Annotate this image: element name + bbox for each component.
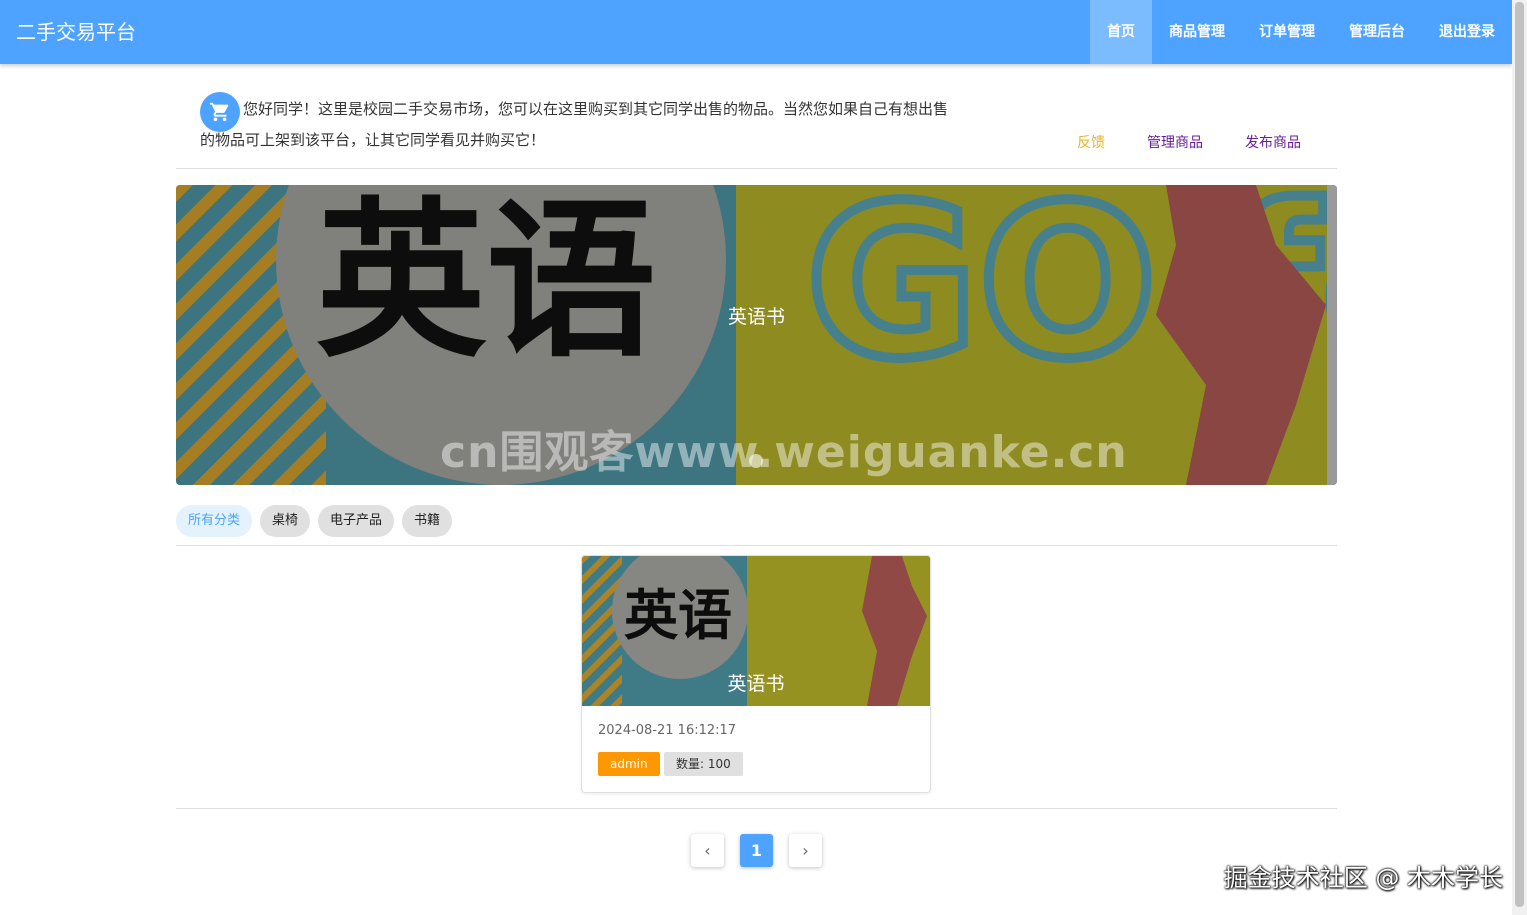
app-brand[interactable]: 二手交易平台 <box>16 18 136 46</box>
quantity-tag: 数量: 100 <box>664 752 743 776</box>
nav-goods-management[interactable]: 商品管理 <box>1152 0 1242 64</box>
product-date: 2024-08-21 16:12:17 <box>598 723 737 738</box>
scrollbar-thumb[interactable] <box>1515 2 1524 907</box>
cart-icon <box>200 92 240 132</box>
pagination: ‹ 1 › <box>691 834 822 867</box>
page-scrollbar[interactable] <box>1512 0 1527 915</box>
site-watermark: cn围观客www.weiguanke.cn <box>440 427 1128 478</box>
top-nav: 首页 商品管理 订单管理 管理后台 退出登录 <box>1090 0 1512 64</box>
nav-home[interactable]: 首页 <box>1090 0 1152 64</box>
intro-text: 您好同学！这里是校园二手交易市场，您可以在这里购买到其它同学出售的物品。当然您如… <box>200 100 949 149</box>
product-image[interactable]: 英语 英语书 <box>582 556 930 706</box>
nav-admin[interactable]: 管理后台 <box>1332 0 1422 64</box>
publish-goods-link[interactable]: 发布商品 <box>1245 132 1301 152</box>
chip-electronics[interactable]: 电子产品 <box>318 505 395 537</box>
divider <box>176 545 1337 546</box>
prev-page-button[interactable]: ‹ <box>691 834 724 867</box>
quick-links: 反馈 管理商品 发布商品 <box>1077 132 1301 152</box>
chip-desks-chairs[interactable]: 桌椅 <box>260 505 311 537</box>
top-app-bar: 二手交易平台 首页 商品管理 订单管理 管理后台 退出登录 <box>0 0 1512 64</box>
product-card[interactable]: 英语 英语书 2024-08-21 16:12:17 admin 数量: 100 <box>581 555 931 793</box>
next-page-button[interactable]: › <box>789 834 822 867</box>
chip-all-categories[interactable]: 所有分类 <box>176 505 253 537</box>
banner-caption: 英语书 <box>727 306 785 328</box>
feedback-link[interactable]: 反馈 <box>1077 132 1105 152</box>
manage-goods-link[interactable]: 管理商品 <box>1147 132 1203 152</box>
intro-section: 您好同学！这里是校园二手交易市场，您可以在这里购买到其它同学出售的物品。当然您如… <box>200 92 960 156</box>
seller-tag: admin <box>598 752 660 776</box>
category-chips: 所有分类 桌椅 电子产品 书籍 <box>176 505 453 537</box>
nav-logout[interactable]: 退出登录 <box>1422 0 1512 64</box>
footer-watermark: 掘金技术社区 @ 木木学长 <box>1223 864 1503 892</box>
divider <box>176 168 1337 169</box>
page-1-button[interactable]: 1 <box>740 834 773 867</box>
divider <box>176 808 1337 809</box>
product-caption: 英语书 <box>727 673 785 695</box>
nav-order-management[interactable]: 订单管理 <box>1242 0 1332 64</box>
chip-books[interactable]: 书籍 <box>402 505 453 537</box>
